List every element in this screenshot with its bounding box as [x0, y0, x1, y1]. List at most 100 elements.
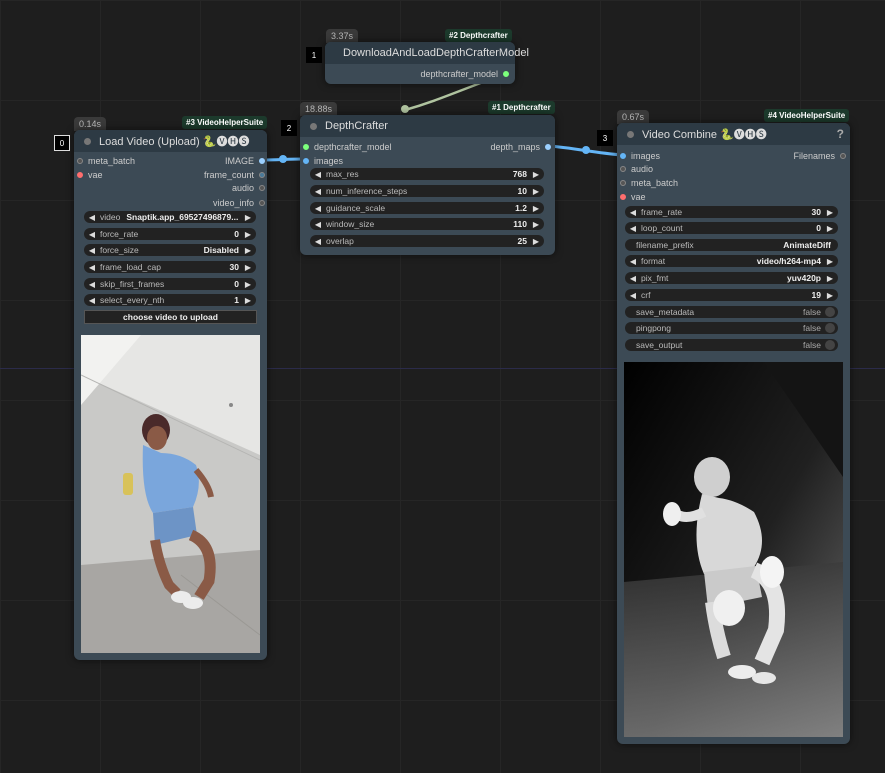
widget-max-res[interactable]: ◀ max_res 768 ▶: [310, 168, 544, 180]
widget-save-output[interactable]: save_output false: [625, 339, 838, 351]
widget-value[interactable]: 30: [812, 207, 825, 217]
widget-value[interactable]: AnimateDiff: [783, 240, 835, 250]
increment-arrow-icon[interactable]: ▶: [243, 280, 253, 289]
increment-arrow-icon[interactable]: ▶: [825, 224, 835, 233]
increment-arrow-icon[interactable]: ▶: [825, 291, 835, 300]
widget-value[interactable]: video/h264-mp4: [757, 256, 825, 266]
output-video-info[interactable]: video_info: [213, 198, 265, 208]
input-vae[interactable]: vae: [77, 170, 103, 180]
widget-loop-count[interactable]: ◀ loop_count 0 ▶: [625, 222, 838, 234]
help-icon[interactable]: ?: [837, 127, 844, 141]
node-title-bar[interactable]: DownloadAndLoadDepthCrafterModel: [325, 42, 529, 64]
decrement-arrow-icon[interactable]: ◀: [313, 170, 323, 179]
collapse-dot-icon[interactable]: [627, 130, 634, 138]
input-meta-batch[interactable]: meta_batch: [77, 156, 135, 166]
widget-format[interactable]: ◀ format video/h264-mp4 ▶: [625, 255, 838, 267]
widget-save-metadata[interactable]: save_metadata false: [625, 306, 838, 318]
widget-frame-load-cap[interactable]: ◀ frame_load_cap 30 ▶: [84, 261, 256, 273]
widget-value[interactable]: 0: [234, 279, 243, 289]
output-frame-count[interactable]: frame_count: [204, 170, 265, 180]
decrement-arrow-icon[interactable]: ◀: [313, 220, 323, 229]
widget-overlap[interactable]: ◀ overlap 25 ▶: [310, 235, 544, 247]
collapse-dot-icon[interactable]: [84, 137, 91, 145]
output-filenames[interactable]: Filenames: [793, 151, 846, 161]
input-audio[interactable]: audio: [620, 164, 653, 174]
increment-arrow-icon[interactable]: ▶: [531, 170, 541, 179]
widget-force-rate[interactable]: ◀ force_rate 0 ▶: [84, 228, 256, 240]
decrement-arrow-icon[interactable]: ◀: [313, 237, 323, 246]
widget-value[interactable]: 30: [230, 262, 243, 272]
increment-arrow-icon[interactable]: ▶: [243, 230, 253, 239]
input-meta-batch[interactable]: meta_batch: [620, 178, 678, 188]
widget-value[interactable]: 10: [518, 186, 531, 196]
increment-arrow-icon[interactable]: ▶: [825, 274, 835, 283]
decrement-arrow-icon[interactable]: ◀: [87, 246, 97, 255]
increment-arrow-icon[interactable]: ▶: [243, 296, 253, 305]
increment-arrow-icon[interactable]: ▶: [825, 257, 835, 266]
increment-arrow-icon[interactable]: ▶: [243, 213, 253, 222]
decrement-arrow-icon[interactable]: ◀: [628, 224, 638, 233]
node-title-bar[interactable]: Load Video (Upload) 🐍🅥🅗🅢: [74, 130, 267, 152]
increment-arrow-icon[interactable]: ▶: [243, 246, 253, 255]
choose-video-upload-button[interactable]: choose video to upload: [84, 310, 257, 324]
node-title-bar[interactable]: Video Combine 🐍🅥🅗🅢: [617, 123, 850, 145]
widget-window-size[interactable]: ◀ window_size 110 ▶: [310, 218, 544, 230]
node-depthcrafter[interactable]: DepthCrafter depthcrafter_model images d…: [300, 115, 555, 255]
collapse-dot-icon[interactable]: [310, 122, 317, 130]
widget-select-every-nth[interactable]: ◀ select_every_nth 1 ▶: [84, 294, 256, 306]
decrement-arrow-icon[interactable]: ◀: [628, 257, 638, 266]
widget-pingpong[interactable]: pingpong false: [625, 322, 838, 334]
decrement-arrow-icon[interactable]: ◀: [87, 213, 97, 222]
widget-pix-fmt[interactable]: ◀ pix_fmt yuv420p ▶: [625, 272, 838, 284]
widget-crf[interactable]: ◀ crf 19 ▶: [625, 289, 838, 301]
output-depthcrafter-model[interactable]: depthcrafter_model: [420, 69, 509, 79]
input-vae[interactable]: vae: [620, 192, 646, 202]
input-depthcrafter-model[interactable]: depthcrafter_model: [303, 142, 392, 152]
decrement-arrow-icon[interactable]: ◀: [87, 263, 97, 272]
widget-value[interactable]: 0: [234, 229, 243, 239]
increment-arrow-icon[interactable]: ▶: [531, 187, 541, 196]
output-depth-maps[interactable]: depth_maps: [490, 142, 551, 152]
widget-value[interactable]: 1: [234, 295, 243, 305]
decrement-arrow-icon[interactable]: ◀: [628, 208, 638, 217]
input-images[interactable]: images: [303, 156, 343, 166]
decrement-arrow-icon[interactable]: ◀: [87, 230, 97, 239]
widget-video[interactable]: ◀ video Snaptik.app_69527496879... ▶: [84, 211, 256, 223]
widget-force-size[interactable]: ◀ force_size Disabled ▶: [84, 244, 256, 256]
output-image[interactable]: IMAGE: [225, 156, 265, 166]
widget-filename-prefix[interactable]: filename_prefix AnimateDiff: [625, 239, 838, 251]
widget-value[interactable]: yuv420p: [787, 273, 825, 283]
node-video-combine[interactable]: Video Combine 🐍🅥🅗🅢 ? images audio meta_b…: [617, 123, 850, 744]
node-title-bar[interactable]: DepthCrafter: [300, 115, 555, 137]
output-audio[interactable]: audio: [232, 183, 265, 193]
widget-num-inference-steps[interactable]: ◀ num_inference_steps 10 ▶: [310, 185, 544, 197]
toggle-knob-icon[interactable]: [825, 323, 835, 333]
toggle-knob-icon[interactable]: [825, 307, 835, 317]
decrement-arrow-icon[interactable]: ◀: [628, 291, 638, 300]
widget-value[interactable]: Disabled: [204, 245, 243, 255]
widget-skip-first-frames[interactable]: ◀ skip_first_frames 0 ▶: [84, 278, 256, 290]
increment-arrow-icon[interactable]: ▶: [531, 204, 541, 213]
widget-value[interactable]: 110: [513, 219, 531, 229]
decrement-arrow-icon[interactable]: ◀: [628, 274, 638, 283]
node-load-video-upload[interactable]: Load Video (Upload) 🐍🅥🅗🅢 meta_batch vae …: [74, 130, 267, 660]
decrement-arrow-icon[interactable]: ◀: [313, 187, 323, 196]
node-download-depthcrafter-model[interactable]: DownloadAndLoadDepthCrafterModel depthcr…: [325, 42, 529, 84]
input-images[interactable]: images: [620, 151, 660, 161]
increment-arrow-icon[interactable]: ▶: [825, 208, 835, 217]
increment-arrow-icon[interactable]: ▶: [531, 220, 541, 229]
toggle-knob-icon[interactable]: [825, 340, 835, 350]
increment-arrow-icon[interactable]: ▶: [243, 263, 253, 272]
decrement-arrow-icon[interactable]: ◀: [87, 280, 97, 289]
widget-value[interactable]: 19: [812, 290, 825, 300]
widget-guidance-scale[interactable]: ◀ guidance_scale 1.2 ▶: [310, 202, 544, 214]
widget-value[interactable]: Snaptik.app_69527496879...: [120, 212, 243, 222]
increment-arrow-icon[interactable]: ▶: [531, 237, 541, 246]
widget-value[interactable]: 768: [513, 169, 531, 179]
widget-frame-rate[interactable]: ◀ frame_rate 30 ▶: [625, 206, 838, 218]
decrement-arrow-icon[interactable]: ◀: [87, 296, 97, 305]
widget-value[interactable]: 0: [816, 223, 825, 233]
widget-value[interactable]: 1.2: [515, 203, 531, 213]
widget-value[interactable]: 25: [518, 236, 531, 246]
decrement-arrow-icon[interactable]: ◀: [313, 204, 323, 213]
